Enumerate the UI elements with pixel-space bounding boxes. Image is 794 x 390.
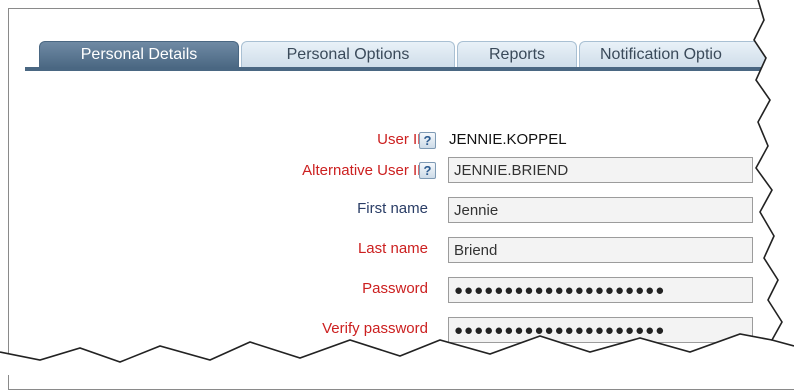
- torn-edge: [0, 0, 794, 375]
